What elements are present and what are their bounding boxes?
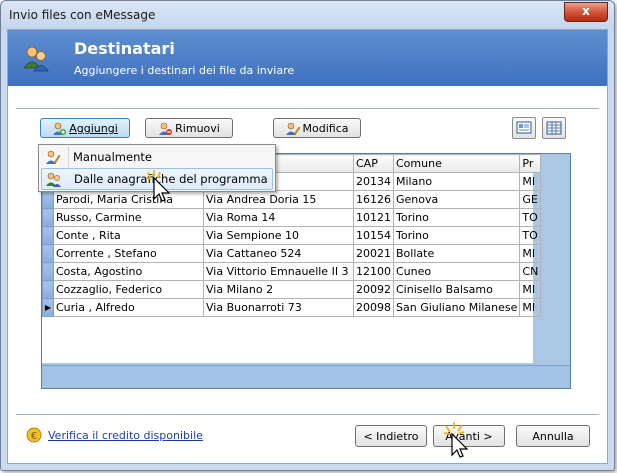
cell-comune: Torino — [392, 208, 521, 227]
table-row[interactable]: Cozzaglio, Federico Via Milano 2 20092 C… — [42, 280, 542, 299]
cell-pr: MI — [519, 280, 542, 299]
back-button[interactable]: < Indietro — [355, 425, 427, 447]
table-row[interactable]: Corrente , Stefano Via Cattaneo 524 2002… — [42, 244, 542, 263]
cell-cap: 20134 — [353, 172, 394, 191]
cell-address: Via Cattaneo 524 — [203, 244, 354, 263]
card-view-icon — [516, 121, 532, 134]
cell-name: Conte , Rita — [53, 226, 204, 245]
menu-item-manual[interactable]: Manualmente — [41, 147, 273, 167]
cell-address: Via Sempione 10 — [203, 226, 354, 245]
page-title: Destinatari — [74, 39, 175, 58]
mouse-pointer-icon — [443, 422, 469, 458]
cell-comune: Milano — [392, 172, 521, 191]
euro-coin-icon: € — [26, 427, 42, 443]
remove-button-label: Rimuovi — [175, 122, 220, 135]
cell-name: Cozzaglio, Federico — [53, 280, 204, 299]
edit-button[interactable]: Modifica — [273, 118, 361, 138]
cell-address: Via Milano 2 — [203, 280, 354, 299]
grid-footer-bar — [42, 365, 570, 388]
page-subtitle: Aggiungere i destinari dei file da invia… — [74, 64, 295, 77]
cell-pr: TO — [519, 208, 542, 227]
cell-name: Corrente , Stefano — [53, 244, 204, 263]
cell-cap: 20092 — [353, 280, 394, 299]
table-row[interactable]: Parodi, Maria Cristina Via Andrea Doria … — [42, 190, 542, 209]
view-card-button[interactable] — [512, 117, 536, 139]
cell-comune: Cinisello Balsamo — [392, 280, 521, 299]
cell-cap: 12100 — [353, 262, 394, 281]
remove-button[interactable]: Rimuovi — [145, 118, 233, 138]
cell-pr: MI — [519, 298, 542, 317]
table-row[interactable]: Conte , Rita Via Sempione 10 10154 Torin… — [42, 226, 542, 245]
cell-name: Curia , Alfredo — [53, 298, 204, 317]
menu-item-manual-label: Manualmente — [73, 150, 152, 164]
remove-contact-icon — [159, 122, 173, 135]
cell-cap: 20098 — [353, 298, 394, 317]
window-title: Invio files con eMessage — [9, 8, 156, 22]
cell-address: Via Vittorio Emnauelle II 3 — [203, 262, 354, 281]
table-row[interactable]: Costa, Agostino Via Vittorio Emnauelle I… — [42, 262, 542, 281]
dialog-window: Invio files con eMessage x Destinatari A… — [0, 0, 615, 471]
row-indicator — [42, 208, 54, 227]
edit-button-label: Modifica — [302, 122, 349, 135]
cell-comune: Bollate — [392, 244, 521, 263]
close-button[interactable]: x — [564, 2, 608, 22]
contacts-icon — [23, 46, 49, 72]
cell-address: Via Andrea Doria 15 — [203, 190, 354, 209]
cell-cap: 10121 — [353, 208, 394, 227]
cell-pr: MI — [519, 172, 542, 191]
grid-view-icon — [546, 121, 562, 135]
cell-pr: TO — [519, 226, 542, 245]
divider — [16, 108, 599, 109]
row-indicator — [42, 280, 54, 299]
view-grid-button[interactable] — [542, 117, 566, 139]
cell-cap: 20021 — [353, 244, 394, 263]
cell-name: Russo, Carmine — [53, 208, 204, 227]
cell-comune: Cuneo — [392, 262, 521, 281]
footer-divider — [16, 414, 599, 415]
cell-name: Costa, Agostino — [53, 262, 204, 281]
cell-pr: MI — [519, 244, 542, 263]
cell-comune: San Giuliano Milanese — [392, 298, 521, 317]
row-indicator — [42, 262, 54, 281]
edit-contact-icon — [46, 150, 61, 165]
svg-text:€: € — [31, 431, 37, 442]
cell-comune: Genova — [392, 190, 521, 209]
edit-contact-icon — [285, 122, 300, 136]
row-indicator — [42, 226, 54, 245]
cell-cap: 16126 — [353, 190, 394, 209]
title-bar[interactable]: Invio files con eMessage x — [1, 1, 614, 29]
cell-pr: CN — [519, 262, 542, 281]
column-header-pr[interactable]: Pr — [519, 154, 542, 173]
add-button-label: Aggiungi — [69, 122, 118, 135]
cell-address: Via Roma 14 — [203, 208, 354, 227]
add-button[interactable]: Aggiungi — [40, 118, 130, 138]
current-row-indicator: ▶ — [42, 298, 54, 317]
column-header-comune[interactable]: Comune — [392, 154, 521, 173]
cell-name: Parodi, Maria Cristina — [53, 190, 204, 209]
add-contact-icon — [53, 122, 67, 135]
table-row[interactable]: Russo, Carmine Via Roma 14 10121 Torino … — [42, 208, 542, 227]
mouse-pointer-icon — [145, 170, 171, 202]
check-credit-link[interactable]: Verifica il credito disponibile — [48, 429, 203, 442]
wizard-page: Destinatari Aggiungere i destinari dei f… — [7, 29, 608, 464]
cell-cap: 10154 — [353, 226, 394, 245]
header-banner: Destinatari Aggiungere i destinari dei f… — [8, 30, 607, 86]
row-indicator — [42, 244, 54, 263]
cancel-button[interactable]: Annulla — [516, 425, 590, 447]
table-row-current[interactable]: ▶ Curia , Alfredo Via Buonarroti 73 2009… — [42, 298, 542, 317]
cell-address: Via Buonarroti 73 — [203, 298, 354, 317]
cell-comune: Torino — [392, 226, 521, 245]
row-indicator — [42, 190, 54, 209]
contacts-group-icon — [46, 172, 61, 187]
column-header-cap[interactable]: CAP — [353, 154, 394, 173]
cell-pr: GE — [519, 190, 542, 209]
